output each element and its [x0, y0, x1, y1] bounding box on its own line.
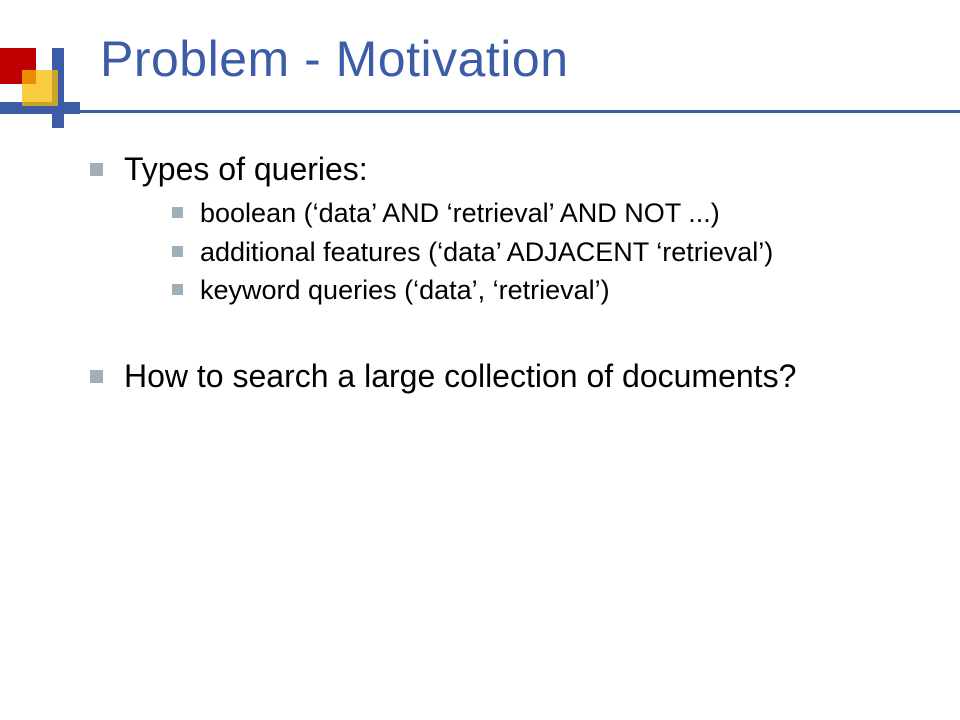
list-item: keyword queries (‘data’, ‘retrieval’): [172, 272, 900, 308]
bullet-icon: [90, 370, 103, 383]
list-item: How to search a large collection of docu…: [90, 355, 900, 398]
bullet-text: additional features (‘data’ ADJACENT ‘re…: [200, 237, 773, 267]
bullet-icon: [90, 163, 103, 176]
list-item: Types of queries: boolean (‘data’ AND ‘r…: [90, 148, 900, 309]
corner-decoration: [0, 48, 80, 128]
bullet-text: How to search a large collection of docu…: [124, 358, 796, 394]
decoration-yellow-square: [22, 70, 58, 106]
bullet-text: Types of queries:: [124, 151, 368, 187]
bullet-text: keyword queries (‘data’, ‘retrieval’): [200, 275, 610, 305]
bullet-icon: [172, 246, 183, 257]
slide-header: Problem - Motivation: [0, 0, 960, 88]
list-item: additional features (‘data’ ADJACENT ‘re…: [172, 234, 900, 270]
bullet-icon: [172, 284, 183, 295]
list-item: boolean (‘data’ AND ‘retrieval’ AND NOT …: [172, 195, 900, 231]
bullet-text: boolean (‘data’ AND ‘retrieval’ AND NOT …: [200, 198, 720, 228]
bullet-list: Types of queries: boolean (‘data’ AND ‘r…: [90, 148, 900, 398]
spacer: [90, 313, 900, 355]
bullet-icon: [172, 207, 183, 218]
slide-content: Types of queries: boolean (‘data’ AND ‘r…: [0, 88, 960, 398]
sub-bullet-list: boolean (‘data’ AND ‘retrieval’ AND NOT …: [124, 195, 900, 308]
title-underline: [64, 110, 960, 113]
slide-title: Problem - Motivation: [0, 30, 960, 88]
